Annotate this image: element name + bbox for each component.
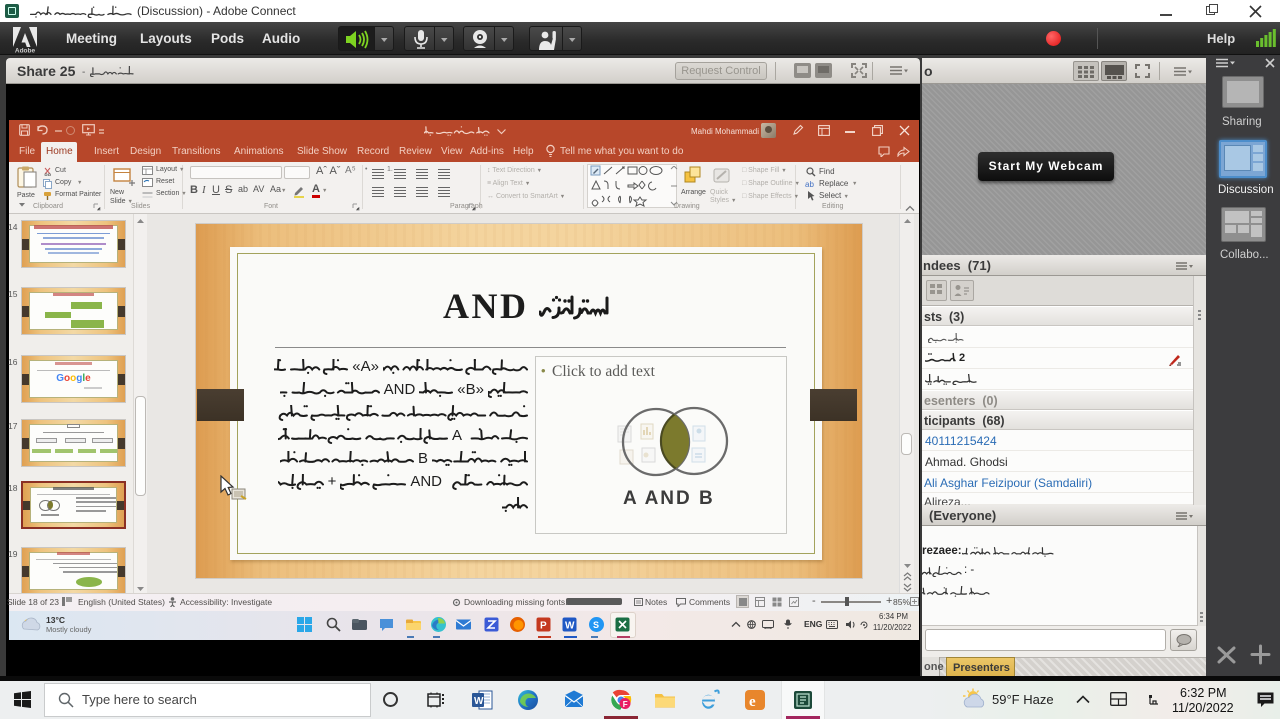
svg-text:F: F bbox=[623, 700, 628, 709]
svg-text:W: W bbox=[474, 696, 484, 707]
svg-text:P: P bbox=[540, 621, 547, 632]
svg-text:ab: ab bbox=[805, 180, 814, 189]
svg-text:S: S bbox=[593, 620, 599, 630]
svg-text:W: W bbox=[565, 621, 575, 632]
svg-text:e: e bbox=[749, 694, 756, 710]
svg-text:Adobe: Adobe bbox=[15, 48, 36, 54]
svg-text:A AND B: A AND B bbox=[623, 488, 715, 509]
